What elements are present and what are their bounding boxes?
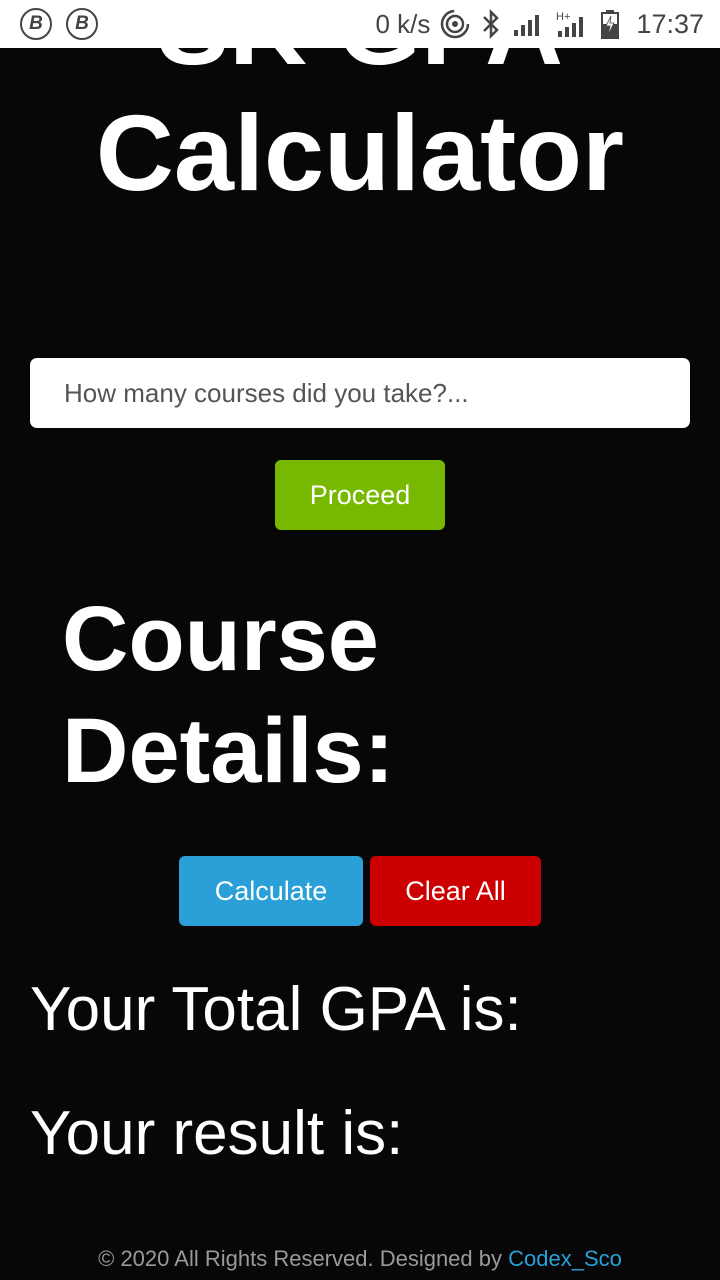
notification-b-icon: B (66, 8, 98, 40)
course-details-heading: Course Details: (62, 588, 395, 802)
notification-b-icon: B (20, 8, 52, 40)
proceed-button[interactable]: Proceed (275, 460, 445, 530)
status-bar: B B 0 k/s H+ 17:37 (0, 0, 720, 48)
calculate-button[interactable]: Calculate (179, 856, 363, 926)
battery-charging-icon (600, 9, 620, 39)
status-right: 0 k/s H+ 17:37 (375, 8, 704, 40)
signal-hplus-icon: H+ (554, 9, 590, 39)
footer: © 2020 All Rights Reserved. Designed by … (0, 1246, 720, 1272)
footer-text: © 2020 All Rights Reserved. Designed by (98, 1246, 502, 1271)
total-gpa-label: Your Total GPA is: (30, 975, 522, 1044)
network-speed: 0 k/s (375, 8, 431, 39)
status-left: B B (20, 8, 98, 40)
hotspot-icon (440, 9, 470, 39)
bluetooth-icon (480, 9, 502, 39)
clear-all-button[interactable]: Clear All (370, 856, 541, 926)
result-label: Your result is: (30, 1099, 404, 1168)
app-screen: B B 0 k/s H+ 17:37 SK GPA Calculator Pro (0, 0, 720, 1280)
course-count-input[interactable] (30, 358, 690, 428)
designer-link[interactable]: Codex_Sco (508, 1246, 622, 1271)
clock: 17:37 (636, 8, 704, 39)
network-type-label: H+ (556, 11, 570, 23)
signal-icon (512, 10, 544, 38)
